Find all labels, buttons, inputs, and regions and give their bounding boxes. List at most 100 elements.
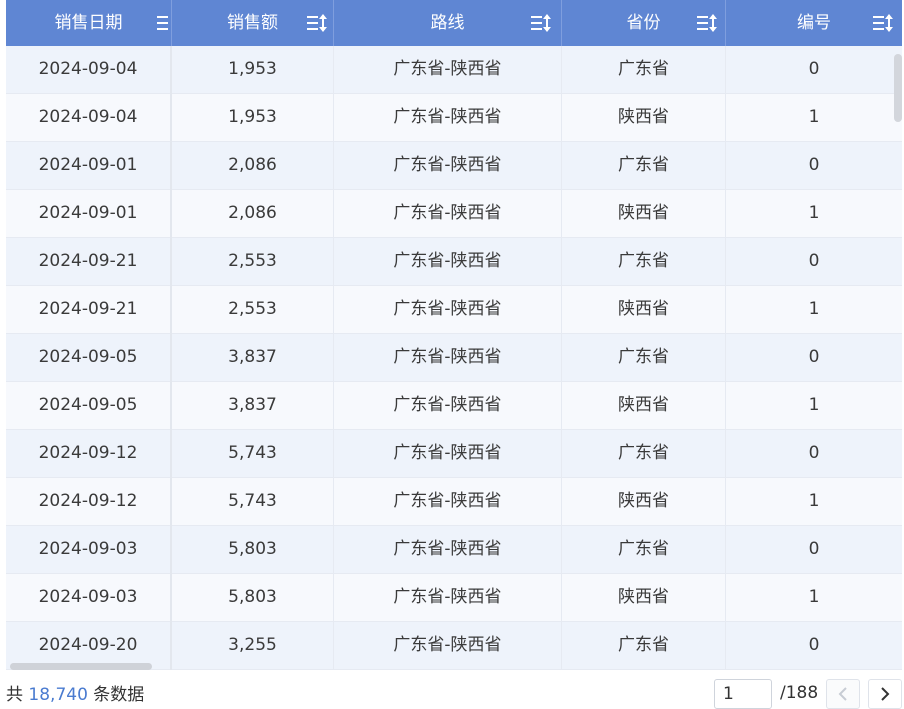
- cell-sale-date: 2024-09-05: [6, 382, 172, 430]
- cell-route: 广东省-陕西省: [334, 190, 562, 238]
- horizontal-scrollbar[interactable]: [10, 663, 152, 670]
- cell-number: 0: [808, 347, 820, 367]
- table-row[interactable]: 2024-09-05 3,837 广东省-陕西省 陕西省 1: [6, 382, 902, 430]
- cell-route: 广东省-陕西省: [334, 430, 562, 478]
- table-row[interactable]: 2024-09-01 2,086 广东省-陕西省 广东省 0: [6, 142, 902, 190]
- previous-page-button[interactable]: [826, 679, 860, 709]
- table-row[interactable]: 2024-09-01 2,086 广东省-陕西省 陕西省 1: [6, 190, 902, 238]
- cell-route: 广东省-陕西省: [334, 334, 562, 382]
- cell-sale-date: 2024-09-21: [6, 238, 172, 286]
- cell-sales: 2,086: [172, 142, 334, 190]
- cell-province: 陕西省: [562, 286, 726, 334]
- column-header-number[interactable]: 编号: [726, 0, 902, 46]
- table-row[interactable]: 2024-09-03 5,803 广东省-陕西省 陕西省 1: [6, 574, 902, 622]
- table-row[interactable]: 2024-09-12 5,743 广东省-陕西省 广东省 0: [6, 430, 902, 478]
- page-total: /188: [780, 683, 819, 703]
- column-header-route[interactable]: 路线: [334, 0, 562, 46]
- cell-number: 0: [808, 443, 820, 463]
- cell-route: 广东省-陕西省: [334, 94, 562, 142]
- cell-route: 广东省-陕西省: [334, 142, 562, 190]
- table-footer: 共 18,740 条数据 /188: [0, 672, 904, 709]
- cell-province: 陕西省: [562, 94, 726, 142]
- cell-route: 广东省-陕西省: [334, 382, 562, 430]
- cell-number: 0: [808, 539, 820, 559]
- cell-sale-date: 2024-09-12: [6, 430, 172, 478]
- sort-filter-icon[interactable]: [696, 13, 718, 33]
- cell-sale-date: 2024-09-05: [6, 334, 172, 382]
- table-row[interactable]: 2024-09-03 5,803 广东省-陕西省 广东省 0: [6, 526, 902, 574]
- table-row[interactable]: 2024-09-04 1,953 广东省-陕西省 广东省 0: [6, 46, 902, 94]
- cell-number: 1: [808, 299, 820, 319]
- cell-sales: 2,553: [172, 286, 334, 334]
- next-page-button[interactable]: [868, 679, 902, 709]
- table-row[interactable]: 2024-09-04 1,953 广东省-陕西省 陕西省 1: [6, 94, 902, 142]
- cell-number: 0: [808, 635, 820, 655]
- cell-sale-date: 2024-09-01: [6, 190, 172, 238]
- cell-number: 1: [808, 203, 820, 223]
- cell-province: 广东省: [562, 526, 726, 574]
- table-row[interactable]: 2024-09-12 5,743 广东省-陕西省 陕西省 1: [6, 478, 902, 526]
- column-header-label: 销售额: [227, 13, 278, 33]
- cell-route: 广东省-陕西省: [334, 622, 562, 670]
- cell-province: 广东省: [562, 334, 726, 382]
- cell-province: 陕西省: [562, 382, 726, 430]
- chevron-right-icon: [881, 687, 890, 701]
- cell-province: 广东省: [562, 622, 726, 670]
- cell-sales: 1,953: [172, 94, 334, 142]
- cell-number: 0: [808, 251, 820, 271]
- sort-filter-icon[interactable]: [306, 13, 328, 33]
- table-header: 销售日期 销售额 路线 省份 编号: [6, 0, 902, 46]
- cell-province: 广东省: [562, 430, 726, 478]
- column-header-label: 省份: [626, 13, 661, 33]
- cell-sales: 5,743: [172, 430, 334, 478]
- cell-sale-date: 2024-09-04: [6, 46, 172, 94]
- table-body: 2024-09-04 1,953 广东省-陕西省 广东省 0 2024-09-0…: [6, 46, 902, 670]
- cell-sale-date: 2024-09-01: [6, 142, 172, 190]
- cell-sales: 1,953: [172, 46, 334, 94]
- cell-route: 广东省-陕西省: [334, 46, 562, 94]
- column-header-sale-date[interactable]: 销售日期: [6, 0, 172, 46]
- table-row[interactable]: 2024-09-21 2,553 广东省-陕西省 陕西省 1: [6, 286, 902, 334]
- column-header-province[interactable]: 省份: [562, 0, 726, 46]
- cell-province: 陕西省: [562, 190, 726, 238]
- cell-sale-date: 2024-09-04: [6, 94, 172, 142]
- table-row[interactable]: 2024-09-05 3,837 广东省-陕西省 广东省 0: [6, 334, 902, 382]
- column-header-label: 路线: [430, 13, 465, 33]
- cell-province: 广东省: [562, 46, 726, 94]
- chevron-left-icon: [838, 687, 847, 701]
- cell-sale-date: 2024-09-03: [6, 526, 172, 574]
- cell-sales: 3,837: [172, 382, 334, 430]
- cell-sales: 3,837: [172, 334, 334, 382]
- cell-route: 广东省-陕西省: [334, 286, 562, 334]
- cell-route: 广东省-陕西省: [334, 526, 562, 574]
- cell-province: 广东省: [562, 142, 726, 190]
- cell-number: 0: [808, 155, 820, 175]
- cell-sale-date: 2024-09-03: [6, 574, 172, 622]
- cell-province: 陕西省: [562, 574, 726, 622]
- sort-filter-icon[interactable]: [530, 13, 552, 33]
- page-number-input[interactable]: [714, 679, 772, 709]
- cell-province: 陕西省: [562, 478, 726, 526]
- vertical-scrollbar[interactable]: [894, 54, 902, 122]
- sort-filter-icon[interactable]: [872, 13, 894, 33]
- total-suffix: 条数据: [93, 685, 145, 705]
- cell-number: 1: [808, 587, 820, 607]
- cell-route: 广东省-陕西省: [334, 574, 562, 622]
- cell-province: 广东省: [562, 238, 726, 286]
- total-count: 18,740: [28, 685, 88, 705]
- cell-sale-date: 2024-09-12: [6, 478, 172, 526]
- total-count-label: 共 18,740 条数据: [6, 680, 144, 705]
- column-header-sales[interactable]: 销售额: [172, 0, 334, 46]
- cell-number: 1: [808, 491, 820, 511]
- data-table: 销售日期 销售额 路线 省份 编号 2024-09-04 1,953 广东省-陕…: [6, 0, 902, 672]
- total-prefix: 共: [6, 685, 23, 705]
- cell-number: 1: [808, 107, 820, 127]
- cell-sales: 5,743: [172, 478, 334, 526]
- cell-sales: 2,086: [172, 190, 334, 238]
- cell-number: 0: [808, 59, 820, 79]
- cell-sales: 5,803: [172, 574, 334, 622]
- column-header-label: 销售日期: [54, 13, 123, 33]
- column-header-label: 编号: [797, 13, 831, 33]
- table-row[interactable]: 2024-09-21 2,553 广东省-陕西省 广东省 0: [6, 238, 902, 286]
- cell-route: 广东省-陕西省: [334, 478, 562, 526]
